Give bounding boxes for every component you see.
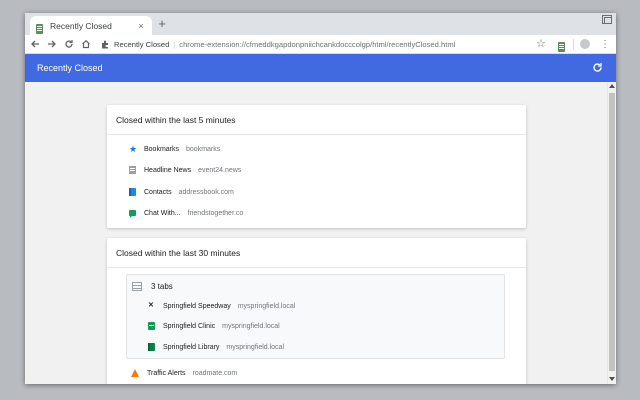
- back-arrow-icon[interactable]: [28, 37, 42, 51]
- forward-arrow-icon[interactable]: [45, 37, 59, 51]
- vertical-scrollbar[interactable]: [607, 82, 616, 384]
- app-header: Recently Closed: [25, 54, 616, 82]
- app-title: Recently Closed: [37, 63, 103, 73]
- browser-window: Recently Closed × + Recently Closed | ch…: [25, 13, 616, 384]
- tab-close-icon[interactable]: ×: [136, 21, 146, 31]
- list-item[interactable]: Chat With... friendstogether.co: [129, 207, 243, 219]
- library-icon: [148, 343, 155, 351]
- tab-title: Recently Closed: [50, 20, 112, 31]
- list-item[interactable]: Springfield Clinic myspringfield.local: [148, 320, 280, 332]
- list-item[interactable]: Headline News event24.news: [129, 164, 241, 176]
- list-item[interactable]: Traffic Alerts roadmate.com: [131, 367, 237, 379]
- scroll-down-arrow-icon[interactable]: [609, 377, 615, 381]
- chat-icon: [129, 209, 136, 218]
- section-heading: Closed within the last 5 minutes: [107, 105, 526, 135]
- item-url: bookmarks: [186, 145, 221, 153]
- item-url: myspringfield.local: [222, 322, 280, 330]
- item-title: Springfield Clinic: [163, 322, 216, 330]
- item-url: roadmate.com: [192, 369, 238, 377]
- refresh-icon[interactable]: [592, 62, 603, 73]
- tab-group-label: 3 tabs: [151, 281, 173, 291]
- browser-toolbar: Recently Closed | chrome-extension://cfm…: [25, 35, 616, 54]
- home-icon[interactable]: [79, 37, 93, 51]
- list-item[interactable]: Springfield Library myspringfield.local: [148, 341, 284, 353]
- list-item[interactable]: ★ Bookmarks bookmarks: [129, 143, 220, 155]
- list-item[interactable]: Contacts addressbook.com: [129, 186, 234, 198]
- item-title: Contacts: [144, 188, 172, 196]
- item-url: myspringfield.local: [237, 302, 296, 310]
- page-content: Recently Closed Closed within the last 5…: [25, 54, 616, 384]
- bookmark-star-icon[interactable]: ☆: [536, 38, 546, 50]
- star-icon: ★: [129, 144, 138, 154]
- clinic-icon: [148, 322, 155, 330]
- scroll-up-arrow-icon[interactable]: [609, 84, 615, 88]
- news-icon: [129, 166, 136, 174]
- item-title: Headline News: [144, 166, 192, 174]
- extension-favicon-icon: [36, 21, 43, 34]
- section-card-5-minutes: Closed within the last 5 minutes ★ Bookm…: [107, 105, 526, 228]
- tab-recently-closed[interactable]: Recently Closed ×: [30, 16, 152, 35]
- item-title: Traffic Alerts: [147, 369, 186, 377]
- address-bar-extension-name: Recently Closed: [114, 40, 170, 49]
- window-restore-icon[interactable]: [602, 15, 612, 24]
- traffic-cone-icon: [131, 369, 139, 377]
- puzzle-piece-icon: [101, 40, 110, 49]
- item-url: friendstogether.co: [187, 209, 244, 217]
- list-item[interactable]: ✕ Springfield Speedway myspringfield.loc…: [148, 300, 295, 312]
- address-bar[interactable]: Recently Closed | chrome-extension://cfm…: [101, 37, 554, 52]
- profile-avatar-icon[interactable]: [580, 39, 590, 49]
- speedway-icon: ✕: [148, 302, 154, 309]
- new-tab-button[interactable]: +: [155, 17, 169, 31]
- tab-strip: Recently Closed × +: [25, 13, 616, 35]
- address-bar-url: chrome-extension://cfmeddkgapdonpniichca…: [179, 40, 456, 49]
- item-title: Springfield Speedway: [163, 302, 231, 310]
- item-title: Chat With...: [144, 209, 181, 217]
- item-title: Bookmarks: [144, 145, 180, 153]
- section-heading: Closed within the last 30 minutes: [107, 238, 526, 268]
- tab-group-header[interactable]: 3 tabs: [132, 280, 173, 292]
- toolbar-divider: [573, 39, 574, 50]
- extension-icon[interactable]: [558, 39, 565, 52]
- item-title: Springfield Library: [163, 343, 220, 351]
- contacts-icon: [129, 188, 136, 196]
- scrollbar-thumb[interactable]: [609, 93, 615, 371]
- section-card-30-minutes: Closed within the last 30 minutes 3 tabs…: [107, 238, 526, 384]
- item-url: myspringfield.local: [226, 343, 285, 351]
- item-url: addressbook.com: [178, 188, 234, 196]
- window-group-icon: [132, 281, 142, 291]
- reload-icon[interactable]: [62, 37, 76, 51]
- tab-group: 3 tabs ✕ Springfield Speedway myspringfi…: [126, 274, 505, 359]
- menu-dots-icon[interactable]: ⋮: [600, 38, 610, 51]
- address-bar-separator: |: [173, 40, 176, 49]
- item-url: event24.news: [198, 166, 242, 174]
